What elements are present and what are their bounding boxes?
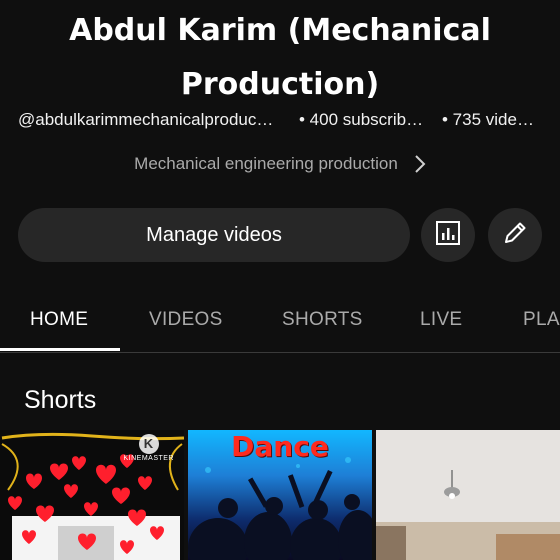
channel-description[interactable]: Mechanical engineering production <box>0 152 560 176</box>
channel-page: Abdul Karim (Mechanical Production) @abd… <box>0 0 560 560</box>
chevron-right-icon <box>414 154 426 174</box>
pencil-icon <box>501 219 529 252</box>
description-text: Mechanical engineering production <box>134 154 398 173</box>
edit-channel-button[interactable] <box>488 208 542 262</box>
channel-meta: @abdulkarimmechanicalproduc… • 400 subsc… <box>18 110 558 136</box>
channel-tabs: HOME VIDEOS SHORTS LIVE PLA <box>0 290 560 353</box>
short-thumbnail-2[interactable]: Dance <box>188 430 372 560</box>
channel-handle: @abdulkarimmechanicalproduc… <box>18 110 274 129</box>
tab-shorts[interactable]: SHORTS <box>282 290 363 350</box>
analytics-button[interactable] <box>421 208 475 262</box>
video-count: • 735 vide… <box>442 110 534 129</box>
subscriber-count: • 400 subscrib… <box>299 110 424 129</box>
dance-caption: Dance <box>231 430 329 463</box>
active-tab-indicator <box>0 348 120 351</box>
tab-live[interactable]: LIVE <box>420 290 462 350</box>
tab-home[interactable]: HOME <box>30 290 88 350</box>
analytics-icon <box>434 219 462 252</box>
manage-videos-button[interactable]: Manage videos <box>18 208 410 262</box>
short-thumbnail-3[interactable] <box>376 430 560 560</box>
kinemaster-watermark: K KINEMASTER <box>123 434 174 462</box>
shorts-section-title: Shorts <box>24 386 97 414</box>
tab-playlists[interactable]: PLA <box>523 290 560 350</box>
channel-name: Abdul Karim (Mechanical Production) <box>69 13 491 102</box>
short-thumbnail-1[interactable]: K KINEMASTER <box>0 430 184 560</box>
tab-videos[interactable]: VIDEOS <box>149 290 223 350</box>
room-artwork <box>376 430 560 560</box>
